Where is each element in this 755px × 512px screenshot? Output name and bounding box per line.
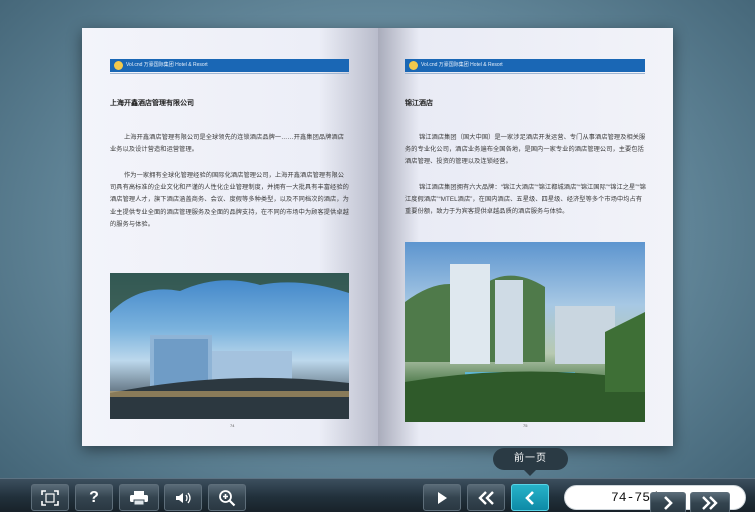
page-number: 75 [523, 423, 528, 428]
previous-page-tooltip: 前一页 [493, 448, 568, 476]
page-header-text: Vol.cnd 万豪国际集团 Hotel & Resort [421, 62, 503, 68]
double-left-icon [477, 490, 495, 505]
flipbook[interactable]: Vol.cnd 万豪国际集团 Hotel & Resort 上海开鑫酒店管理有限… [82, 28, 673, 446]
page-header-bar: Vol.cnd 万豪国际集团 Hotel & Resort [405, 59, 645, 72]
paragraph: 锦江酒店集团（国大中国）是一家涉足酒店开发运营、专门从事酒店管理及相关服务的专业… [405, 134, 646, 166]
chevron-right-icon [662, 496, 674, 510]
page-header-text: Vol.cnd 万豪国际集团 Hotel & Resort [126, 62, 208, 68]
logo-icon [114, 61, 123, 70]
building-photo [110, 273, 349, 419]
next-page-button[interactable] [650, 492, 686, 512]
paragraph: 锦江酒店集团拥有六大品牌：“锦江大酒店”“锦江都城酒店”“锦江国际”“锦江之星”… [405, 184, 646, 216]
page-title: 锦江酒店 [405, 100, 433, 107]
header-divider [405, 73, 645, 74]
right-page[interactable]: Vol.cnd 万豪国际集团 Hotel & Resort 锦江酒店 锦江酒店集… [378, 28, 673, 446]
paragraph: 上海开鑫酒店管理有限公司是全球领先的连锁酒店品牌一……开鑫集团品牌酒店业务以及设… [110, 134, 345, 154]
previous-page-button[interactable] [511, 484, 549, 511]
page-number: 74 [230, 423, 235, 428]
fullscreen-icon [41, 489, 59, 506]
last-page-button[interactable] [690, 492, 730, 512]
first-page-button[interactable] [467, 484, 505, 511]
chevron-left-icon [524, 490, 536, 505]
header-divider [110, 73, 349, 74]
help-icon: ? [89, 488, 99, 506]
print-button[interactable] [119, 484, 159, 511]
zoom-in-icon [218, 489, 236, 507]
page-header-bar: Vol.cnd 万豪国际集团 Hotel & Resort [110, 59, 349, 72]
double-right-icon [701, 496, 719, 510]
paragraph: 作为一家拥有全球化管理经验的国际化酒店管理公司，上海开鑫酒店管理有限公司具有高标… [110, 172, 349, 228]
speaker-icon [174, 490, 192, 506]
left-page[interactable]: Vol.cnd 万豪国际集团 Hotel & Resort 上海开鑫酒店管理有限… [82, 28, 378, 446]
page-title: 上海开鑫酒店管理有限公司 [110, 100, 194, 107]
autoplay-button[interactable] [423, 484, 461, 511]
print-icon [129, 490, 149, 506]
sound-button[interactable] [164, 484, 202, 511]
logo-icon [409, 61, 418, 70]
resort-photo [405, 242, 645, 422]
help-button[interactable]: ? [75, 484, 113, 511]
zoom-in-button[interactable] [208, 484, 246, 511]
play-icon [436, 491, 448, 505]
fullscreen-button[interactable] [31, 484, 69, 511]
